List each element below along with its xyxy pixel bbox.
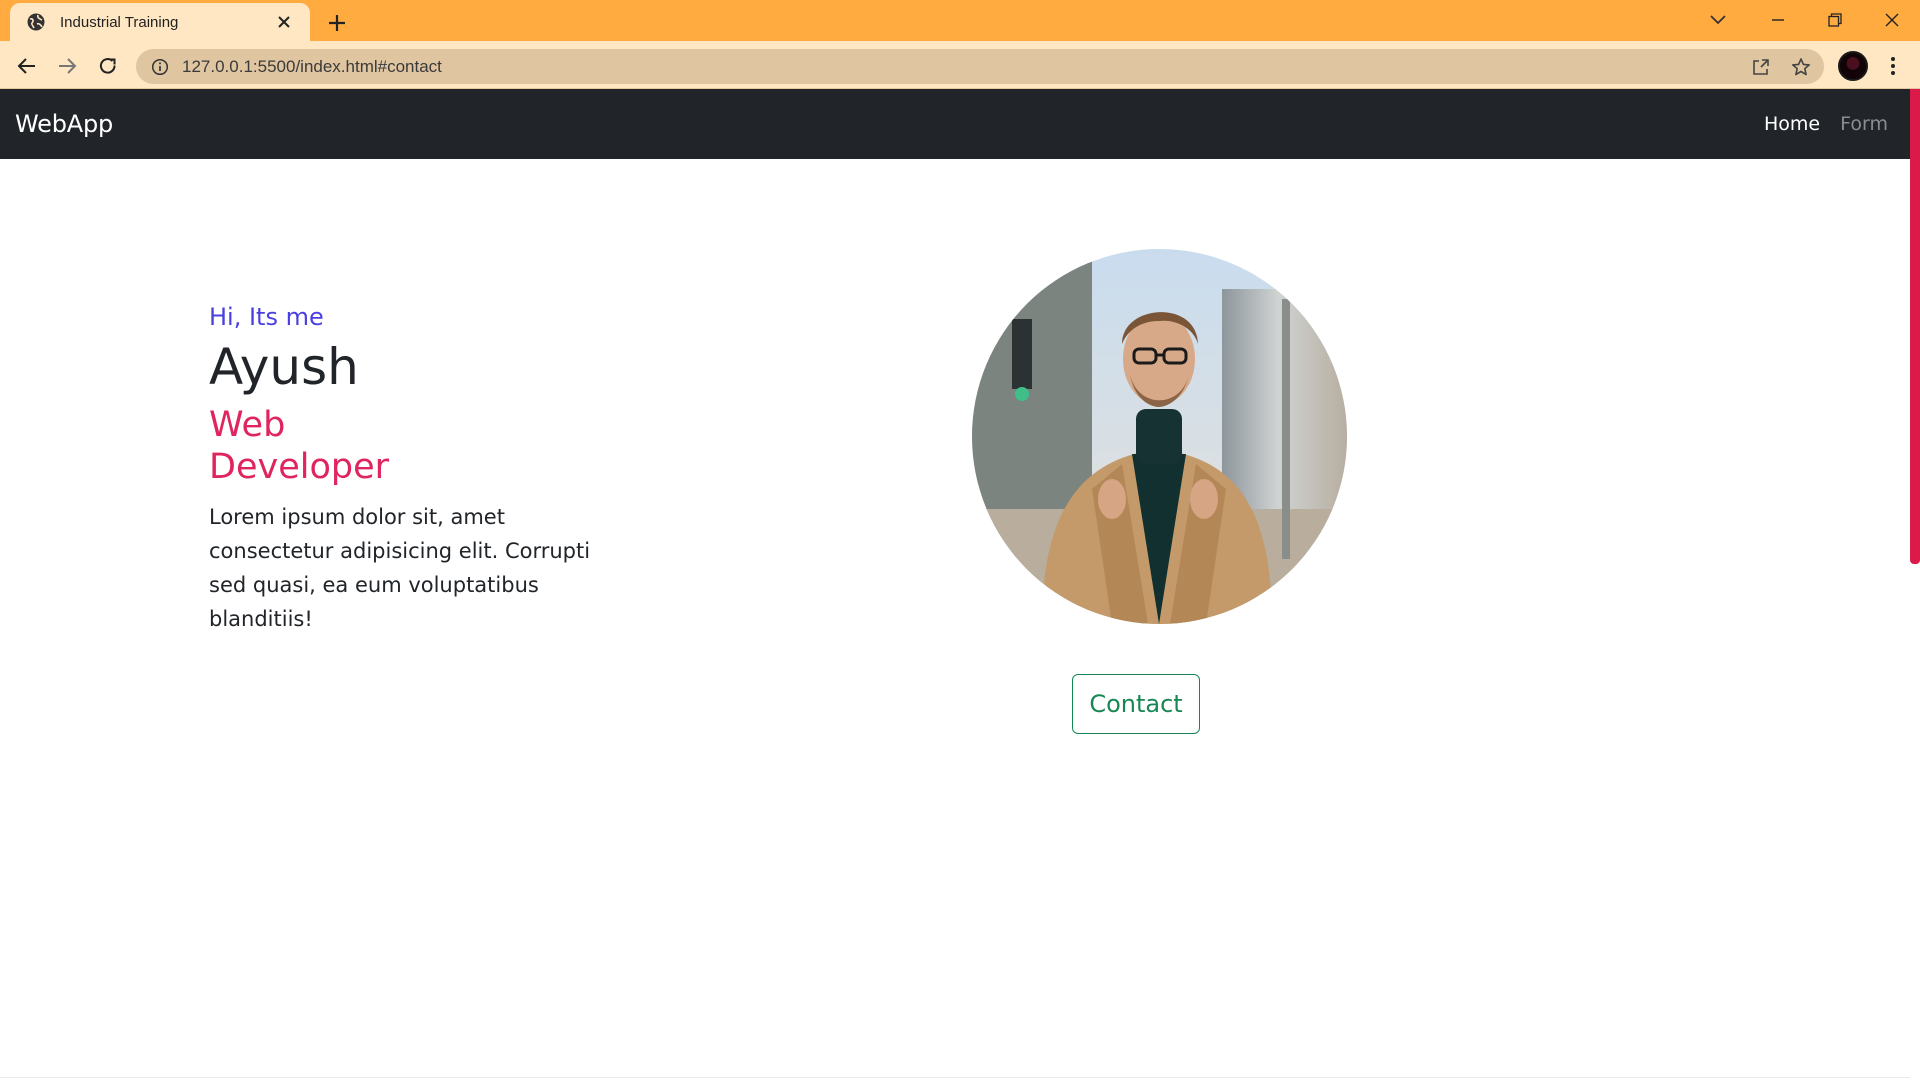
back-arrow-icon[interactable] — [10, 49, 44, 83]
page-divider — [0, 1077, 1910, 1078]
forward-arrow-icon[interactable] — [50, 49, 84, 83]
chevron-down-icon[interactable] — [1703, 0, 1733, 40]
browser-toolbar: 127.0.0.1:5500/index.html#contact — [0, 41, 1920, 89]
scrollbar-thumb[interactable] — [1910, 89, 1920, 564]
omnibox-actions — [1748, 49, 1814, 84]
plus-icon[interactable] — [322, 8, 352, 38]
globe-icon — [26, 12, 46, 32]
contact-button[interactable]: Contact — [1072, 674, 1200, 734]
navbar-brand[interactable]: WebApp — [15, 110, 113, 138]
page-scrollbar[interactable] — [1910, 89, 1920, 1080]
hero-name: Ayush — [209, 338, 359, 396]
hero-role: Web Developer — [209, 405, 390, 487]
star-icon[interactable] — [1788, 54, 1814, 80]
profile-avatar[interactable] — [1838, 51, 1868, 81]
page-viewport: WebApp Home Form Hi, Its me Ayush Web De… — [0, 89, 1920, 1080]
nav-link-form[interactable]: Form — [1840, 113, 1888, 135]
minimize-icon[interactable] — [1749, 0, 1806, 40]
close-icon[interactable] — [272, 10, 296, 34]
address-bar[interactable]: 127.0.0.1:5500/index.html#contact — [136, 49, 1824, 84]
share-icon[interactable] — [1748, 54, 1774, 80]
close-icon[interactable] — [1863, 0, 1920, 40]
window-controls — [1749, 0, 1920, 40]
url-text: 127.0.0.1:5500/index.html#contact — [182, 56, 442, 76]
hero-intro: Hi, Its me Ayush Web Developer Lorem ips… — [209, 302, 629, 636]
site-navbar: WebApp Home Form — [0, 89, 1910, 159]
browser-tab[interactable]: Industrial Training — [10, 3, 310, 41]
info-icon[interactable] — [150, 57, 170, 77]
hero-description: Lorem ipsum dolor sit, amet consectetur … — [209, 505, 591, 631]
tab-title: Industrial Training — [60, 13, 179, 31]
navbar-links: Home Form — [1764, 113, 1888, 135]
profile-photo — [972, 249, 1347, 624]
reload-icon[interactable] — [91, 49, 125, 83]
restore-icon[interactable] — [1806, 0, 1863, 40]
nav-link-home[interactable]: Home — [1764, 113, 1820, 135]
kebab-menu-icon[interactable] — [1878, 51, 1908, 81]
hero-greeting: Hi, Its me — [209, 303, 324, 331]
browser-tabstrip: Industrial Training — [0, 0, 1920, 41]
